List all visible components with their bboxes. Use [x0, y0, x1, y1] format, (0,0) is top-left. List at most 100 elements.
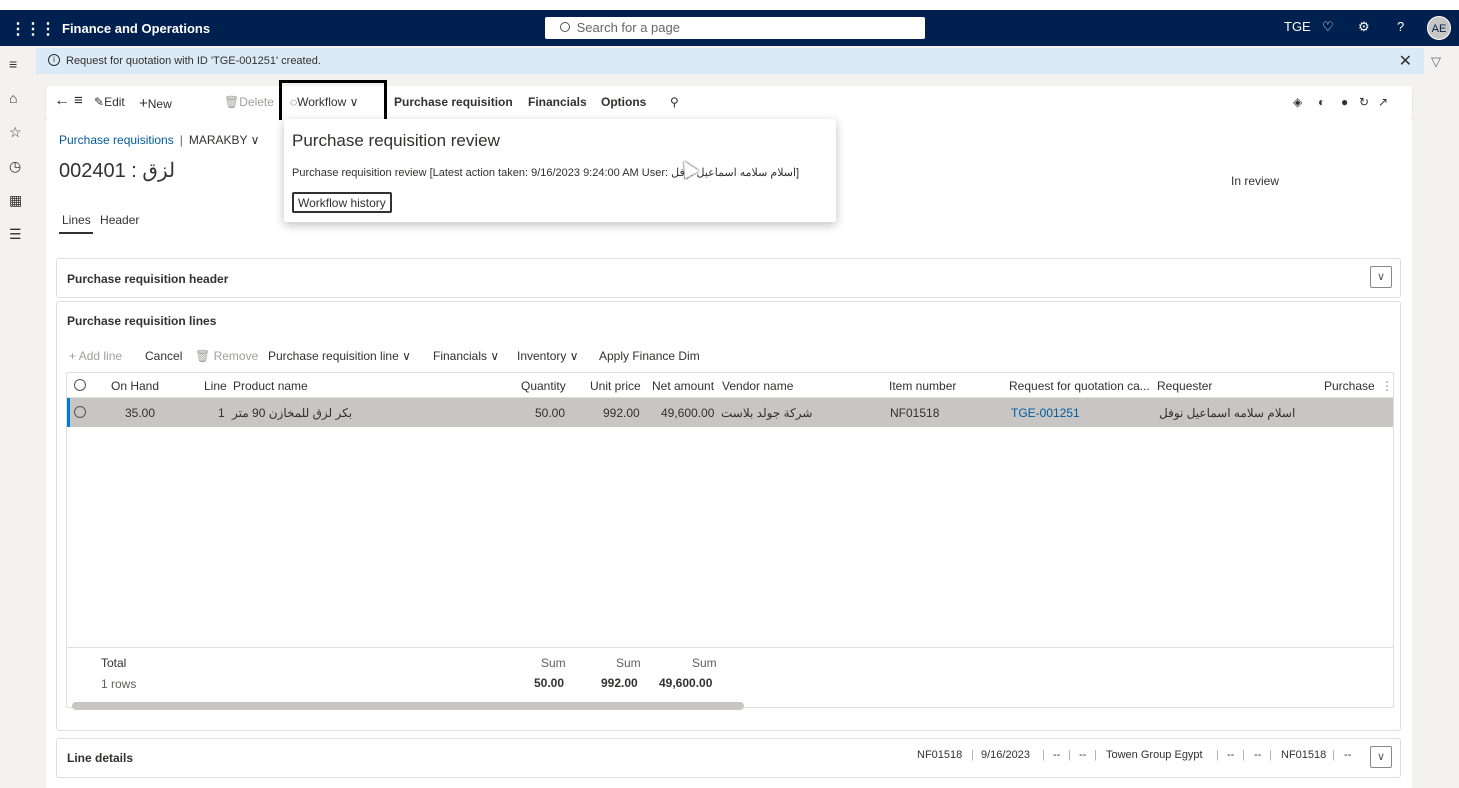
home-icon[interactable]: ⌂	[9, 90, 17, 106]
col-quantity[interactable]: Quantity	[521, 379, 566, 393]
ld-divider: |	[1332, 749, 1335, 761]
ld-divider: |	[1068, 749, 1071, 761]
ld-value-2: --	[1053, 749, 1061, 761]
col-product-name[interactable]: Product name	[233, 379, 308, 393]
chevron-down-icon[interactable]: ∨	[1370, 746, 1392, 768]
new-button[interactable]: +New	[139, 95, 172, 112]
col-line[interactable]: Line	[204, 379, 227, 393]
horizontal-scrollbar[interactable]	[72, 702, 744, 710]
ld-divider: |	[971, 749, 974, 761]
search-actions-icon[interactable]: ⚲	[670, 95, 679, 109]
back-icon[interactable]: ←	[54, 92, 70, 110]
cell-line: 1	[218, 406, 225, 420]
popup-text: Purchase requisition review [Latest acti…	[292, 167, 800, 179]
section-title: Line details	[67, 751, 134, 765]
app-title[interactable]: Finance and Operations	[62, 21, 210, 36]
cell-vendor-name[interactable]: شركة جولد بلاست	[721, 406, 812, 420]
edit-label: Edit	[104, 95, 125, 109]
avatar[interactable]: AE	[1427, 16, 1451, 40]
message-text: Request for quotation with ID 'TGE-00125…	[66, 55, 321, 67]
chevron-down-icon: ∨	[490, 349, 500, 363]
options-tab[interactable]: Options	[601, 95, 646, 109]
apply-finance-dim-button[interactable]: Apply Finance Dim	[599, 349, 700, 363]
plus-icon: +	[139, 95, 148, 112]
popup-title: Purchase requisition review	[292, 131, 500, 150]
col-on-hand[interactable]: On Hand	[111, 379, 159, 393]
tab-strip: Lines Header	[62, 213, 145, 227]
pr-line-menu[interactable]: Purchase requisition line ∨	[268, 349, 411, 363]
workspaces-icon[interactable]: ▦	[9, 192, 22, 209]
attachments-icon[interactable]: ●	[1341, 95, 1348, 109]
recent-icon[interactable]: ◷	[9, 158, 21, 175]
search-box[interactable]: Search for a page	[545, 17, 925, 39]
workflow-popup: Purchase requisition review Purchase req…	[284, 119, 836, 222]
sum-label-quantity: Sum	[541, 656, 566, 670]
tab-header[interactable]: Header	[100, 213, 139, 227]
breadcrumb-link[interactable]: Purchase requisitions	[59, 133, 174, 147]
col-purchase[interactable]: Purchase	[1324, 379, 1375, 393]
edit-button[interactable]: ✎Edit	[94, 95, 125, 109]
trash-icon: 🗑	[195, 349, 211, 363]
office-icon[interactable]: ◐	[1318, 95, 1325, 109]
inventory-menu[interactable]: Inventory ∨	[517, 349, 579, 363]
top-bar: ⋮⋮⋮ Finance and Operations Search for a …	[0, 0, 1459, 46]
select-all-radio[interactable]	[74, 379, 86, 391]
hamburger-icon[interactable]: ≡	[9, 56, 17, 72]
inventory-label: Inventory	[517, 349, 567, 363]
sum-net-amount: 49,600.00	[659, 676, 713, 690]
delete-button[interactable]: 🗑Delete	[224, 95, 274, 109]
action-pane: ← ≡ ✎Edit +New 🗑Delete ◌Workflow ∨ Purch…	[46, 86, 1412, 120]
col-net-amount[interactable]: Net amount	[652, 379, 714, 393]
purchase-requisition-tab[interactable]: Purchase requisition	[394, 95, 513, 109]
col-requester[interactable]: Requester	[1157, 379, 1212, 393]
menu-lines-icon[interactable]: ≡	[74, 92, 83, 109]
breadcrumb: Purchase requisitions | MARAKBY ∨	[59, 133, 259, 147]
company-picker[interactable]: TGE	[1284, 19, 1311, 34]
financials-menu[interactable]: Financials ∨	[433, 349, 499, 363]
workflow-history-button[interactable]: Workflow history	[292, 192, 392, 213]
tab-lines[interactable]: Lines	[62, 213, 91, 227]
more-columns-icon[interactable]: ⋮	[1381, 379, 1393, 393]
col-vendor-name[interactable]: Vendor name	[722, 379, 793, 393]
close-icon[interactable]: ✕	[1399, 51, 1412, 71]
cancel-button[interactable]: Cancel	[145, 349, 182, 363]
plus-icon: +	[69, 349, 77, 363]
col-unit-price[interactable]: Unit price	[590, 379, 641, 393]
company-breadcrumb[interactable]: MARAKBY	[189, 133, 247, 147]
search-placeholder: Search for a page	[576, 20, 680, 35]
grid-header: On Hand Line Product name Quantity Unit …	[67, 373, 1393, 398]
sum-quantity: 50.00	[534, 676, 565, 690]
col-rfq[interactable]: Request for quotation ca...	[1009, 379, 1150, 393]
ld-divider: |	[1042, 749, 1045, 761]
ld-item-number: NF01518	[917, 749, 963, 761]
open-new-window-icon[interactable]: ↗	[1378, 95, 1388, 109]
ld-value-3: --	[1079, 749, 1087, 761]
refresh-icon[interactable]: ↻	[1359, 95, 1369, 109]
add-line-button[interactable]: + Add line	[69, 349, 122, 363]
chevron-down-icon[interactable]: ∨	[1370, 266, 1392, 288]
filter-icon[interactable]: ▽	[1431, 54, 1441, 70]
cell-quantity[interactable]: 50.00	[535, 406, 565, 420]
remove-button[interactable]: 🗑 Remove	[195, 349, 258, 363]
app-launcher-icon[interactable]: ⋮⋮⋮	[10, 19, 56, 39]
cell-requester[interactable]: اسلام سلامه اسماعيل نوفل	[1159, 406, 1295, 420]
col-item-number[interactable]: Item number	[889, 379, 956, 393]
row-select-radio[interactable]	[74, 406, 86, 418]
favorites-icon[interactable]: ☆	[9, 124, 22, 141]
cell-item-number[interactable]: NF01518	[890, 406, 939, 420]
info-icon: i	[48, 54, 60, 66]
trash-icon: 🗑	[224, 95, 240, 109]
header-section[interactable]: Purchase requisition header ∨	[56, 258, 1401, 298]
ld-divider: |	[1216, 749, 1219, 761]
modules-icon[interactable]: ☰	[9, 226, 22, 243]
cell-product-name[interactable]: بكر لزق للمخازن 90 متر	[232, 406, 352, 420]
ld-value-8: --	[1344, 749, 1352, 761]
financials-tab[interactable]: Financials	[528, 95, 587, 109]
power-apps-icon[interactable]: ◈	[1293, 95, 1302, 109]
table-row[interactable]: 35.00 1 بكر لزق للمخازن 90 متر 50.00 992…	[67, 398, 1393, 427]
settings-icon[interactable]: ⚙	[1358, 19, 1370, 35]
cell-unit-price[interactable]: 992.00	[603, 406, 640, 420]
cell-rfq[interactable]: TGE-001251	[1011, 406, 1080, 420]
help-icon[interactable]: ?	[1397, 19, 1404, 34]
notifications-icon[interactable]: ♡	[1322, 19, 1334, 35]
